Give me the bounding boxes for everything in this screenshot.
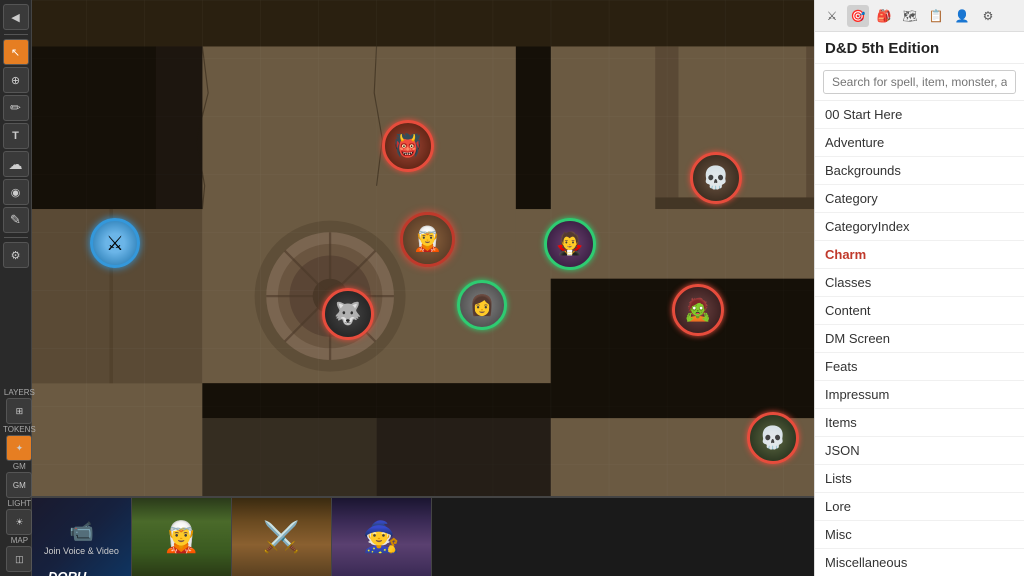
sidebar-item-misc[interactable]: Misc <box>815 521 1024 549</box>
sidebar-item-json[interactable]: JSON <box>815 437 1024 465</box>
gm-button[interactable]: GM <box>6 472 32 498</box>
token-undead2[interactable]: 🧟 <box>672 284 724 336</box>
token-tool-button[interactable]: ◉ <box>3 179 29 205</box>
sidebar-search-input[interactable] <box>823 70 1016 94</box>
doru-label: DORU <box>48 569 86 576</box>
sidebar-list: 00 Start HereAdventureBackgroundsCategor… <box>815 101 1024 576</box>
sidebar-item-adventure[interactable]: Adventure <box>815 129 1024 157</box>
sidebar-item-backgrounds[interactable]: Backgrounds <box>815 157 1024 185</box>
bottom-panel: 📹 Join Voice & Video DORU 🧝 ⚔️ 🧙 <box>32 496 814 576</box>
token-undead1[interactable]: 💀 <box>690 152 742 204</box>
token-sword[interactable]: ⚔ <box>90 218 140 268</box>
light-label: LIGHT <box>8 499 32 508</box>
token-whitehair[interactable]: 👩 <box>457 280 507 330</box>
sidebar-tool-list[interactable]: 📋 <box>925 5 947 27</box>
token-undead3[interactable]: 💀 <box>747 412 799 464</box>
sidebar-tool-map[interactable]: 🗺 <box>899 5 921 27</box>
video-icon: 📹 <box>44 519 119 544</box>
sidebar-item-lore[interactable]: Lore <box>815 493 1024 521</box>
map-area[interactable]: ⚔ 👹 🐺 🧝 🧛 👩 💀 🧟 💀 📹 Join Voic <box>32 0 814 576</box>
char2-panel[interactable]: ⚔️ <box>232 498 332 576</box>
char1-panel[interactable]: 🧝 <box>132 498 232 576</box>
tokens-label: TOKENS <box>3 425 36 434</box>
map-label: MAP <box>11 536 28 545</box>
join-video-label: Join Voice & Video <box>44 546 119 556</box>
back-button[interactable]: ◀ <box>3 4 29 30</box>
gm-label: GM <box>13 462 26 471</box>
token-hero[interactable]: 🧝 <box>400 212 455 267</box>
sidebar-item-impressum[interactable]: Impressum <box>815 381 1024 409</box>
note-button[interactable]: ✎ <box>3 207 29 233</box>
sidebar-item-lists[interactable]: Lists <box>815 465 1024 493</box>
sidebar-item-miscellaneous[interactable]: Miscellaneous <box>815 549 1024 576</box>
sidebar-tool-target[interactable]: 🎯 <box>847 5 869 27</box>
sidebar-tool-user[interactable]: 👤 <box>951 5 973 27</box>
char3-panel[interactable]: 🧙 <box>332 498 432 576</box>
sidebar-item-feats[interactable]: Feats <box>815 353 1024 381</box>
right-sidebar: ⚔ 🎯 🎒 🗺 📋 👤 ⚙ D&D 5th Edition 00 Start H… <box>814 0 1024 576</box>
sidebar-tool-gear[interactable]: ⚙ <box>977 5 999 27</box>
layers-label: LAYERS <box>4 388 35 397</box>
sidebar-item-categoryindex[interactable]: CategoryIndex <box>815 213 1024 241</box>
fog-button[interactable]: ☁ <box>3 151 29 177</box>
sidebar-tool-sword[interactable]: ⚔ <box>821 5 843 27</box>
sidebar-item-00-start-here[interactable]: 00 Start Here <box>815 101 1024 129</box>
sidebar-toolbar: ⚔ 🎯 🎒 🗺 📋 👤 ⚙ <box>815 0 1024 32</box>
sidebar-item-dm-screen[interactable]: DM Screen <box>815 325 1024 353</box>
map-button[interactable]: ◫ <box>6 546 32 572</box>
sidebar-item-charm[interactable]: Charm <box>815 241 1024 269</box>
light-button[interactable]: ☀ <box>6 509 32 535</box>
tokens-button[interactable]: ✦ <box>6 435 32 461</box>
divider2 <box>4 237 28 238</box>
token-wolf[interactable]: 🐺 <box>322 288 374 340</box>
measure-button[interactable]: ⊕ <box>3 67 29 93</box>
sidebar-search-container <box>815 64 1024 101</box>
sidebar-item-category[interactable]: Category <box>815 185 1024 213</box>
sidebar-item-content[interactable]: Content <box>815 297 1024 325</box>
text-button[interactable]: T <box>3 123 29 149</box>
token-monster1[interactable]: 👹 <box>382 120 434 172</box>
divider1 <box>4 34 28 35</box>
layers-button[interactable]: ⊞ <box>6 398 32 424</box>
draw-button[interactable]: ✏ <box>3 95 29 121</box>
join-video-button[interactable]: 📹 Join Voice & Video DORU <box>32 498 132 576</box>
sidebar-item-items[interactable]: Items <box>815 409 1024 437</box>
select-button[interactable]: ↖ <box>3 39 29 65</box>
token-villain[interactable]: 🧛 <box>544 218 596 270</box>
sidebar-title: D&D 5th Edition <box>815 32 1024 64</box>
sidebar-item-classes[interactable]: Classes <box>815 269 1024 297</box>
settings-button[interactable]: ⚙ <box>3 242 29 268</box>
left-toolbar: ◀ ↖ ⊕ ✏ T ☁ ◉ ✎ ⚙ LAYERS ⊞ TOKENS ✦ GM G… <box>0 0 32 576</box>
sidebar-tool-bag[interactable]: 🎒 <box>873 5 895 27</box>
